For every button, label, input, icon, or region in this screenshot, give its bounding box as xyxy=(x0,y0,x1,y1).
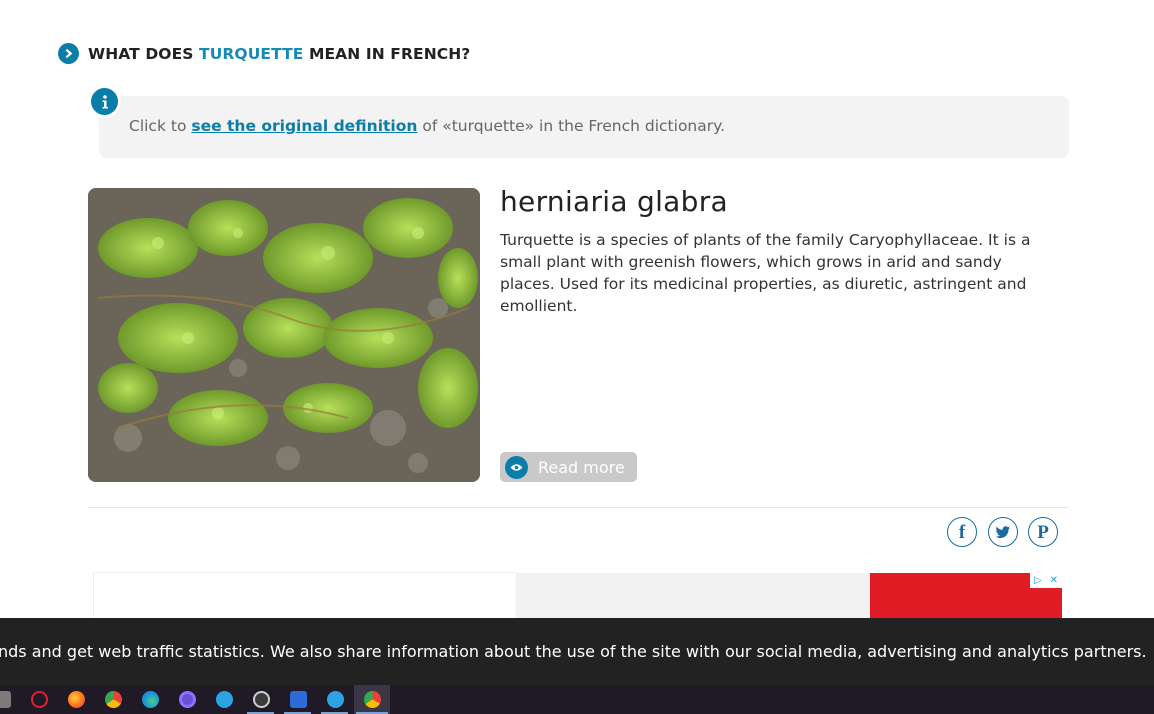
eye-icon xyxy=(505,455,528,479)
app-icon[interactable] xyxy=(0,691,11,708)
divider xyxy=(88,507,1069,508)
card-title: herniaria glabra xyxy=(500,185,728,218)
info-icon xyxy=(88,85,121,118)
telegram-icon[interactable] xyxy=(216,691,233,708)
ad-frame[interactable] xyxy=(93,572,517,620)
telegram-icon[interactable] xyxy=(327,691,344,708)
section-header: WHAT DOES TURQUETTE MEAN IN FRENCH? xyxy=(58,43,470,64)
chrome-icon[interactable] xyxy=(105,691,122,708)
section-title: WHAT DOES TURQUETTE MEAN IN FRENCH? xyxy=(88,44,471,63)
read-more-label: Read more xyxy=(538,457,625,477)
info-box: Click to see the original definition of … xyxy=(99,96,1069,158)
original-definition-link[interactable]: see the original definition xyxy=(191,117,417,135)
opera-icon[interactable] xyxy=(31,691,48,708)
info-text: Click to see the original definition of … xyxy=(129,117,726,135)
cookie-banner: nds and get web traffic statistics. We a… xyxy=(0,618,1154,685)
twitter-icon[interactable] xyxy=(988,517,1018,547)
facebook-icon[interactable]: f xyxy=(947,517,977,547)
card-description: Turquette is a species of plants of the … xyxy=(500,231,1031,315)
obs-icon[interactable] xyxy=(253,691,270,708)
cookie-text: nds and get web traffic statistics. We a… xyxy=(0,642,1147,661)
chrome-active-icon[interactable] xyxy=(364,691,381,708)
ad-banner[interactable] xyxy=(517,573,870,620)
ad-close-icon[interactable]: ✕ xyxy=(1050,575,1058,586)
chat-icon[interactable] xyxy=(290,691,307,708)
plant-photo xyxy=(88,188,480,482)
firefox-icon[interactable] xyxy=(68,691,85,708)
pinterest-icon[interactable]: P xyxy=(1028,517,1058,547)
chevron-right-icon xyxy=(58,43,79,64)
taskbar xyxy=(0,685,1154,714)
read-more-button[interactable]: Read more xyxy=(500,452,637,482)
edge-icon[interactable] xyxy=(142,691,159,708)
adchoices-icon[interactable]: ▷ xyxy=(1034,575,1042,586)
app-icon[interactable] xyxy=(179,691,196,708)
ad-choices[interactable]: ▷ ✕ xyxy=(1030,573,1062,588)
